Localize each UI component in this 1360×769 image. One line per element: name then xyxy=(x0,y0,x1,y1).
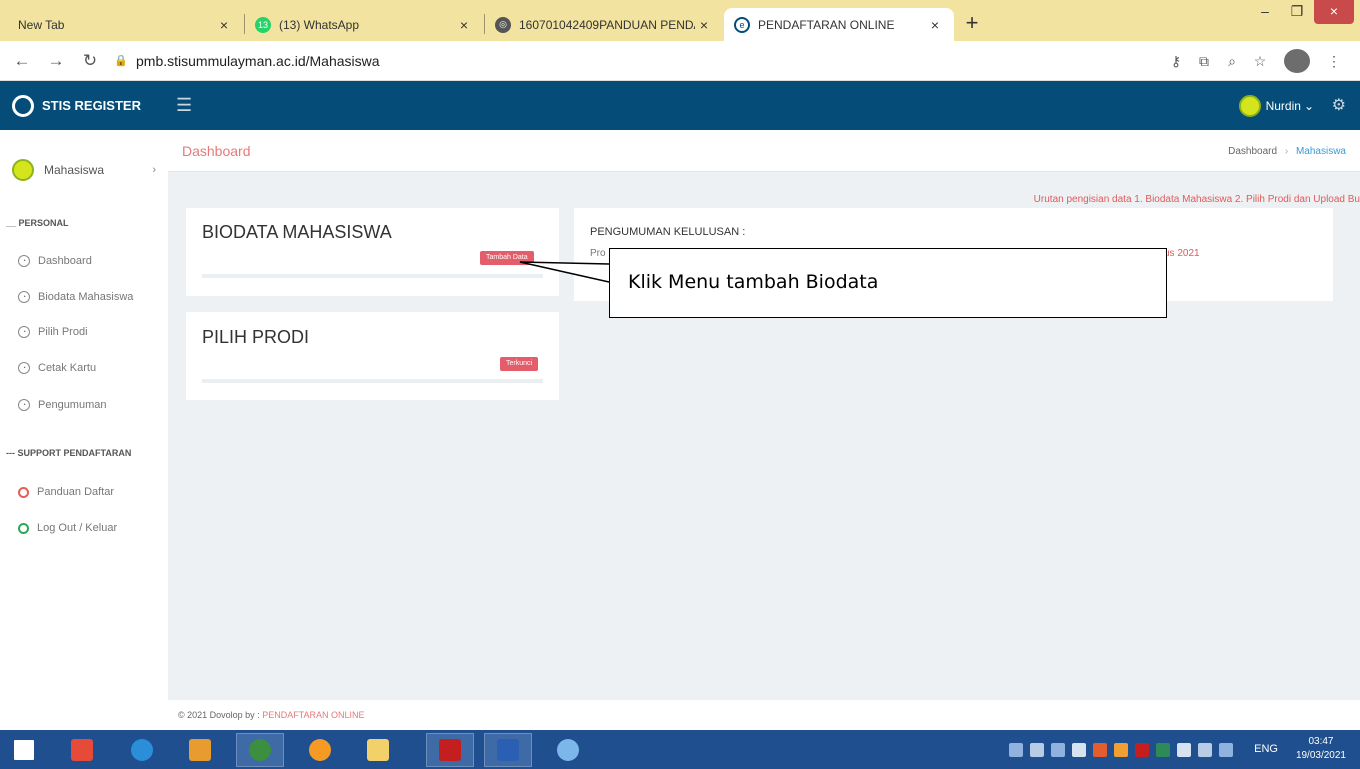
tab-title: PENDAFTARAN ONLINE xyxy=(758,17,895,32)
footer: © 2021 Dovolop by : PENDAFTARAN ONLINE xyxy=(168,700,1360,730)
file-explorer-icon[interactable] xyxy=(354,733,402,767)
clock[interactable]: 03:47 19/03/2021 xyxy=(1296,735,1346,763)
breadcrumb-current: Mahasiswa xyxy=(1295,146,1346,157)
maximize-button[interactable]: ❐ xyxy=(1282,0,1312,24)
breadcrumb-home[interactable]: Dashboard xyxy=(1228,146,1277,157)
windows-taskbar: ENG 03:47 19/03/2021 xyxy=(0,730,1360,769)
paint-icon[interactable] xyxy=(544,733,592,767)
tray-icon[interactable] xyxy=(1051,743,1065,757)
breadcrumb-separator: › xyxy=(1284,146,1289,157)
minimize-button[interactable]: – xyxy=(1250,0,1280,24)
breadcrumb: Dashboard › Mahasiswa xyxy=(1228,146,1346,157)
tab-close-icon[interactable]: × xyxy=(926,17,944,33)
language-indicator[interactable]: ENG xyxy=(1254,743,1278,755)
sidebar-item-panduan-daftar[interactable]: Panduan Daftar xyxy=(18,483,166,501)
sidebar-item-label: Pilih Prodi xyxy=(38,326,88,338)
instruction-notice: Urutan pengisian data 1. Biodata Mahasis… xyxy=(1033,194,1360,205)
sidebar-item-label: Log Out / Keluar xyxy=(37,522,118,534)
prodi-card: PILIH PRODI Terkunci xyxy=(186,312,559,400)
system-tray xyxy=(1009,740,1290,760)
kebab-menu-icon[interactable]: ⋮ xyxy=(1322,49,1346,73)
translate-icon[interactable]: ⧉ xyxy=(1192,49,1216,73)
volume-icon[interactable] xyxy=(1072,743,1086,757)
callout-pointer xyxy=(519,261,610,283)
footer-copyright: © 2021 Dovolop by : PENDAFTARAN ONLINE xyxy=(178,710,365,720)
uc-browser-icon[interactable] xyxy=(296,733,344,767)
sidebar-item-pengumuman[interactable]: ◔ Pengumuman xyxy=(18,396,166,414)
progress-bar xyxy=(202,379,543,383)
circle-icon xyxy=(18,486,29,498)
chevron-down-icon: ⌄ xyxy=(1303,99,1314,113)
user-avatar xyxy=(1238,95,1261,117)
signal-icon[interactable] xyxy=(1198,743,1212,757)
internet-explorer-icon[interactable] xyxy=(118,733,166,767)
gauge-icon: ◔ xyxy=(18,326,30,338)
tray-icon[interactable] xyxy=(1114,743,1128,757)
zoom-icon[interactable]: ⌕ xyxy=(1220,49,1244,73)
footer-brand-link[interactable]: PENDAFTARAN ONLINE xyxy=(262,710,364,720)
site-icon: e xyxy=(734,16,750,33)
tab-pendaftaran-online[interactable]: e PENDAFTARAN ONLINE × xyxy=(724,8,954,41)
tab-close-icon[interactable]: × xyxy=(695,17,713,33)
terkunci-badge[interactable]: Terkunci xyxy=(500,357,539,371)
user-name: Nurdin xyxy=(1265,99,1301,113)
clock-time: 03:47 xyxy=(1308,736,1334,747)
acrobat-icon[interactable] xyxy=(426,733,474,767)
sidebar-item-label: Pengumuman xyxy=(38,399,107,411)
clock-date: 19/03/2021 xyxy=(1295,750,1346,761)
user-menu[interactable]: Nurdin ⌄ xyxy=(1238,93,1314,119)
gear-icon[interactable]: ⚙ xyxy=(1332,95,1346,115)
tray-icon[interactable] xyxy=(1156,743,1170,757)
circle-icon xyxy=(18,522,29,534)
footer-prefix: © 2021 Dovolop by : xyxy=(178,710,263,720)
gauge-icon: ◔ xyxy=(18,362,30,374)
paint-brush-icon[interactable] xyxy=(176,733,224,767)
gauge-icon: ◔ xyxy=(18,399,30,411)
card-title: PILIH PRODI xyxy=(202,327,310,347)
profile-avatar-icon[interactable] xyxy=(1284,49,1310,73)
windows-start-icon[interactable] xyxy=(0,733,48,767)
section-support: --- SUPPORT PENDAFTARAN xyxy=(6,448,132,458)
sidebar-item-logout[interactable]: Log Out / Keluar xyxy=(18,519,166,537)
tray-icon[interactable] xyxy=(1009,743,1023,757)
sidebar-item-label: Cetak Kartu xyxy=(38,362,97,374)
notification-icon[interactable] xyxy=(1219,743,1233,757)
tray-icon[interactable] xyxy=(1093,743,1107,757)
bookmark-star-icon[interactable]: ☆ xyxy=(1248,49,1272,73)
sidebar-item-cetak-kartu[interactable]: ◔ Cetak Kartu xyxy=(18,359,166,377)
network-icon[interactable] xyxy=(1177,743,1191,757)
callout-text: Klik Menu tambah Biodata xyxy=(628,271,879,293)
chrome-icon[interactable] xyxy=(236,733,284,767)
word-icon[interactable] xyxy=(484,733,532,767)
announcement-text-end[interactable]: us 2021 xyxy=(1164,248,1200,259)
callout-box: Klik Menu tambah Biodata xyxy=(609,248,1167,318)
tray-icon[interactable] xyxy=(1030,743,1044,757)
tray-icon[interactable] xyxy=(1135,743,1149,757)
sidebar-item-pilih-prodi[interactable]: ◔ Pilih Prodi xyxy=(18,323,166,341)
close-window-button[interactable]: × xyxy=(1314,0,1354,24)
new-tab-button[interactable]: + xyxy=(958,10,986,38)
baidu-icon[interactable] xyxy=(58,733,106,767)
sidebar-item-label: Panduan Daftar xyxy=(37,486,115,498)
key-icon[interactable]: ⚷ xyxy=(1164,49,1188,73)
